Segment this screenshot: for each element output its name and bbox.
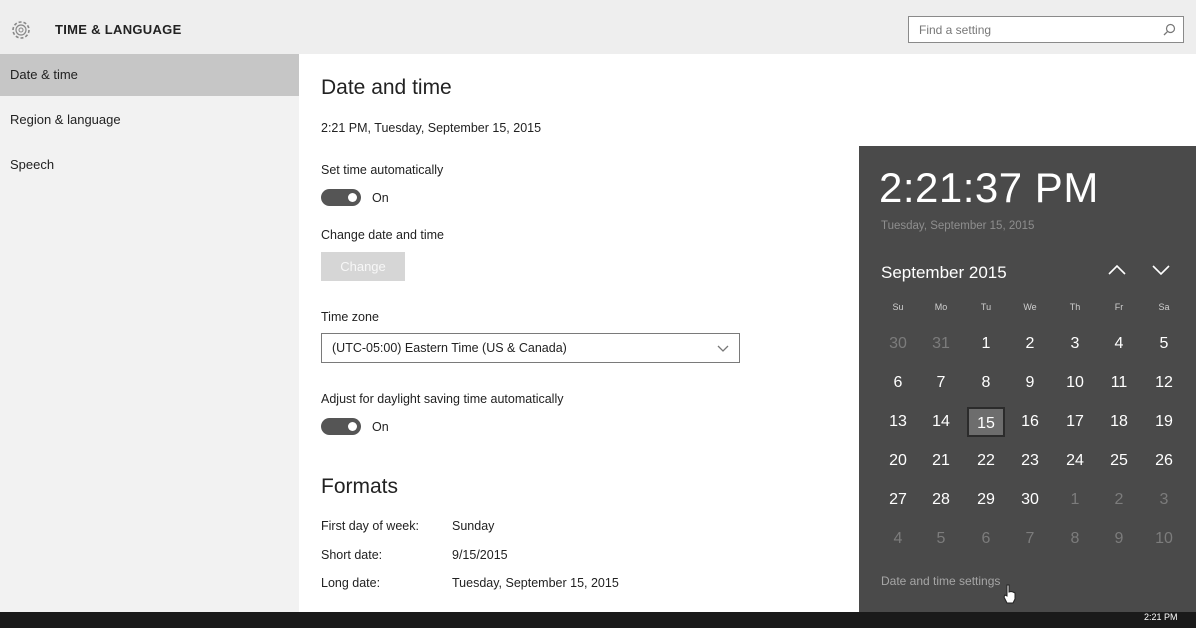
weekday-label: Sa xyxy=(1158,302,1170,312)
dst-toggle[interactable] xyxy=(321,418,361,435)
weekday-label: Mo xyxy=(934,302,948,312)
change-button[interactable]: Change xyxy=(321,252,405,281)
calendar-day[interactable]: 10 xyxy=(1056,368,1094,398)
calendar-day[interactable]: 31 xyxy=(922,329,960,359)
change-date-time-label: Change date and time xyxy=(321,228,445,242)
calendar-day[interactable]: 9 xyxy=(1100,524,1138,554)
hand-cursor-icon xyxy=(1003,584,1016,604)
calendar-day[interactable]: 1 xyxy=(1056,485,1094,515)
toggle-knob xyxy=(348,422,357,431)
calendar-day[interactable]: 12 xyxy=(1145,368,1183,398)
calendar-day[interactable]: 10 xyxy=(1145,524,1183,554)
weekday-label: Th xyxy=(1069,302,1081,312)
dst-label: Adjust for daylight saving time automati… xyxy=(321,392,564,406)
calendar-day-today[interactable]: 15 xyxy=(967,407,1005,437)
search-box[interactable] xyxy=(908,16,1184,43)
calendar-day[interactable]: 13 xyxy=(879,407,917,437)
calendar-day[interactable]: 11 xyxy=(1100,368,1138,398)
search-icon[interactable] xyxy=(1163,23,1176,36)
weekday-label: Tu xyxy=(980,302,992,312)
time-zone-value: (UTC-05:00) Eastern Time (US & Canada) xyxy=(332,341,567,355)
calendar-day[interactable]: 5 xyxy=(922,524,960,554)
dst-state: On xyxy=(372,420,389,434)
flyout-clock: 2:21:37 PM xyxy=(879,164,1099,211)
calendar-day[interactable]: 27 xyxy=(879,485,917,515)
current-datetime: 2:21 PM, Tuesday, September 15, 2015 xyxy=(321,121,542,135)
weekday-label: We xyxy=(1023,302,1037,312)
format-value: Tuesday, September 15, 2015 xyxy=(452,576,619,590)
calendar-day[interactable]: 8 xyxy=(1056,524,1094,554)
calendar-day[interactable]: 9 xyxy=(1011,368,1049,398)
taskbar-clock[interactable]: 2:21 PM xyxy=(1144,612,1178,622)
header-bar: TIME & LANGUAGE xyxy=(0,0,1196,54)
calendar-day[interactable]: 7 xyxy=(922,368,960,398)
weekday-label: Su xyxy=(892,302,904,312)
calendar-day[interactable]: 22 xyxy=(967,446,1005,476)
time-zone-label: Time zone xyxy=(321,310,379,324)
search-input[interactable] xyxy=(909,17,1159,42)
calendar-day[interactable]: 24 xyxy=(1056,446,1094,476)
format-value: Sunday xyxy=(452,519,495,533)
sidebar-item-speech[interactable]: Speech xyxy=(0,144,299,186)
format-value: 9/15/2015 xyxy=(452,548,508,562)
month-label[interactable]: September 2015 xyxy=(881,263,1007,283)
calendar-day[interactable]: 4 xyxy=(879,524,917,554)
weekday-label: Fr xyxy=(1114,302,1124,312)
calendar-day[interactable]: 30 xyxy=(879,329,917,359)
calendar-day[interactable]: 30 xyxy=(1011,485,1049,515)
calendar-day[interactable]: 3 xyxy=(1145,485,1183,515)
calendar-day[interactable]: 17 xyxy=(1056,407,1094,437)
calendar-day[interactable]: 29 xyxy=(967,485,1005,515)
section-title-date-time: Date and time xyxy=(321,76,452,99)
calendar-day[interactable]: 20 xyxy=(879,446,917,476)
section-title-formats: Formats xyxy=(321,475,399,498)
time-zone-select[interactable]: (UTC-05:00) Eastern Time (US & Canada) xyxy=(321,333,740,363)
toggle-knob xyxy=(348,193,357,202)
calendar-day[interactable]: 14 xyxy=(922,407,960,437)
calendar-day[interactable]: 1 xyxy=(967,329,1005,359)
taskbar: 2:21 PM xyxy=(0,612,1196,628)
calendar-flyout: 2:21:37 PM Tuesday, September 15, 2015 S… xyxy=(859,146,1196,612)
calendar-day[interactable]: 18 xyxy=(1100,407,1138,437)
calendar-day[interactable]: 16 xyxy=(1011,407,1049,437)
chevron-up-icon[interactable] xyxy=(1107,263,1127,277)
calendar-day[interactable]: 6 xyxy=(967,524,1005,554)
format-label: Short date: xyxy=(321,548,383,562)
calendar-day[interactable]: 7 xyxy=(1011,524,1049,554)
chevron-down-icon[interactable] xyxy=(1151,263,1171,277)
sidebar-item-date-time[interactable]: Date & time xyxy=(0,54,299,96)
chevron-down-icon xyxy=(717,345,729,352)
gear-icon[interactable] xyxy=(10,19,32,41)
calendar-day[interactable]: 2 xyxy=(1100,485,1138,515)
calendar-day[interactable]: 19 xyxy=(1145,407,1183,437)
date-time-settings-link[interactable]: Date and time settings xyxy=(881,574,1000,588)
calendar-day[interactable]: 3 xyxy=(1056,329,1094,359)
set-time-auto-label: Set time automatically xyxy=(321,163,444,177)
calendar-day[interactable]: 25 xyxy=(1100,446,1138,476)
sidebar: Date & time Region & language Speech xyxy=(0,54,299,612)
calendar-day[interactable]: 8 xyxy=(967,368,1005,398)
format-label: Long date: xyxy=(321,576,381,590)
page-title: TIME & LANGUAGE xyxy=(55,22,182,37)
sidebar-item-region-language[interactable]: Region & language xyxy=(0,99,299,141)
calendar-day[interactable]: 4 xyxy=(1100,329,1138,359)
flyout-date[interactable]: Tuesday, September 15, 2015 xyxy=(881,220,1034,232)
set-time-auto-state: On xyxy=(372,191,389,205)
calendar-day[interactable]: 23 xyxy=(1011,446,1049,476)
calendar-day[interactable]: 5 xyxy=(1145,329,1183,359)
calendar-day[interactable]: 21 xyxy=(922,446,960,476)
format-label: First day of week: xyxy=(321,519,419,533)
set-time-auto-toggle[interactable] xyxy=(321,189,361,206)
calendar-day[interactable]: 6 xyxy=(879,368,917,398)
calendar-day[interactable]: 26 xyxy=(1145,446,1183,476)
calendar-day[interactable]: 2 xyxy=(1011,329,1049,359)
main-content: Date and time 2:21 PM, Tuesday, Septembe… xyxy=(299,54,859,612)
calendar-day[interactable]: 28 xyxy=(922,485,960,515)
